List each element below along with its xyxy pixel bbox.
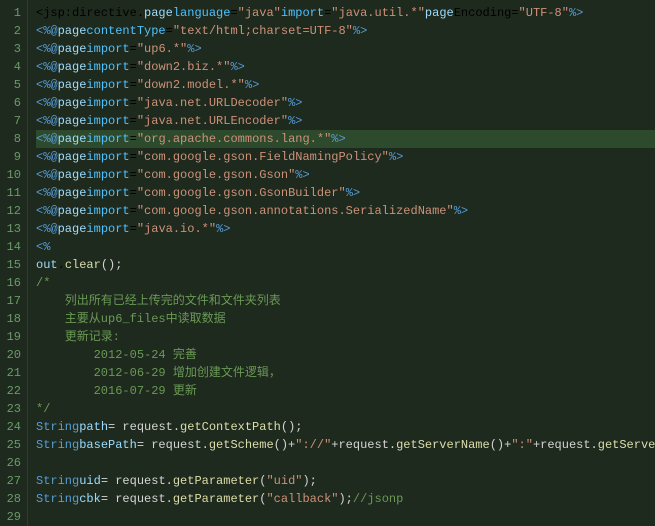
code-line: 列出所有已经上传完的文件和文件夹列表 [36,292,655,310]
code-line: <%@ page import="java.net.URLDecoder" %> [36,94,655,112]
line-number: 26 [4,454,21,472]
code-line: <%@ page import="org.apache.commons.lang… [36,130,655,148]
code-line: 2012-06-29 增加创建文件逻辑， [36,364,655,382]
code-line: <%@ page import="com.google.gson.FieldNa… [36,148,655,166]
code-line: String path = request.getContextPath(); [36,418,655,436]
code-line: String basePath = request.getScheme()+":… [36,436,655,454]
code-line [36,454,655,472]
line-number: 16 [4,274,21,292]
line-number: 6 [4,94,21,112]
line-number: 27 [4,472,21,490]
line-number: 8 [4,130,21,148]
code-line: <%@ page import="up6.*" %> [36,40,655,58]
code-line: <%@ page import="java.io.*" %> [36,220,655,238]
code-line: <%@ page import="down2.biz.*" %> [36,58,655,76]
line-number: 25 [4,436,21,454]
line-number: 23 [4,400,21,418]
line-number: 14 [4,238,21,256]
line-number: 12 [4,202,21,220]
code-line: String cbk = request.getParameter("callb… [36,490,655,508]
line-number: 20 [4,346,21,364]
line-number: 4 [4,58,21,76]
line-number: 15 [4,256,21,274]
line-number: 11 [4,184,21,202]
code-line: */ [36,400,655,418]
code-lines: <jsp:directive.page language="java" impo… [28,0,655,526]
code-line: <jsp:directive.page language="java" impo… [36,4,655,22]
code-line: <%@ page import="com.google.gson.GsonBui… [36,184,655,202]
line-number: 5 [4,76,21,94]
code-line: <% [36,238,655,256]
line-number: 1 [4,4,21,22]
line-number: 17 [4,292,21,310]
code-line: /* [36,274,655,292]
line-number: 7 [4,112,21,130]
code-line: out.clear(); [36,256,655,274]
line-numbers: 1234567891011121314151617181920212223242… [0,0,28,526]
code-line: 2016-07-29 更新 [36,382,655,400]
line-number: 3 [4,40,21,58]
code-line: <%@ page import="down2.model.*" %> [36,76,655,94]
code-line: <%@ page import="com.google.gson.Gson" %… [36,166,655,184]
code-line: 更新记录: [36,328,655,346]
code-line: <%@ page contentType="text/html;charset=… [36,22,655,40]
line-number: 22 [4,382,21,400]
line-number: 29 [4,508,21,526]
code-line: String uid = request.getParameter("uid")… [36,472,655,490]
line-number: 19 [4,328,21,346]
code-line [36,508,655,526]
line-number: 28 [4,490,21,508]
line-number: 2 [4,22,21,40]
code-line: <%@ page import="com.google.gson.annotat… [36,202,655,220]
line-number: 10 [4,166,21,184]
line-number: 21 [4,364,21,382]
line-number: 9 [4,148,21,166]
code-editor: 1234567891011121314151617181920212223242… [0,0,655,526]
code-content: 1234567891011121314151617181920212223242… [0,0,655,526]
code-line: <%@ page import="java.net.URLEncoder" %> [36,112,655,130]
code-line: 主要从up6_files中读取数据 [36,310,655,328]
line-number: 13 [4,220,21,238]
line-number: 18 [4,310,21,328]
line-number: 24 [4,418,21,436]
code-line: 2012-05-24 完善 [36,346,655,364]
